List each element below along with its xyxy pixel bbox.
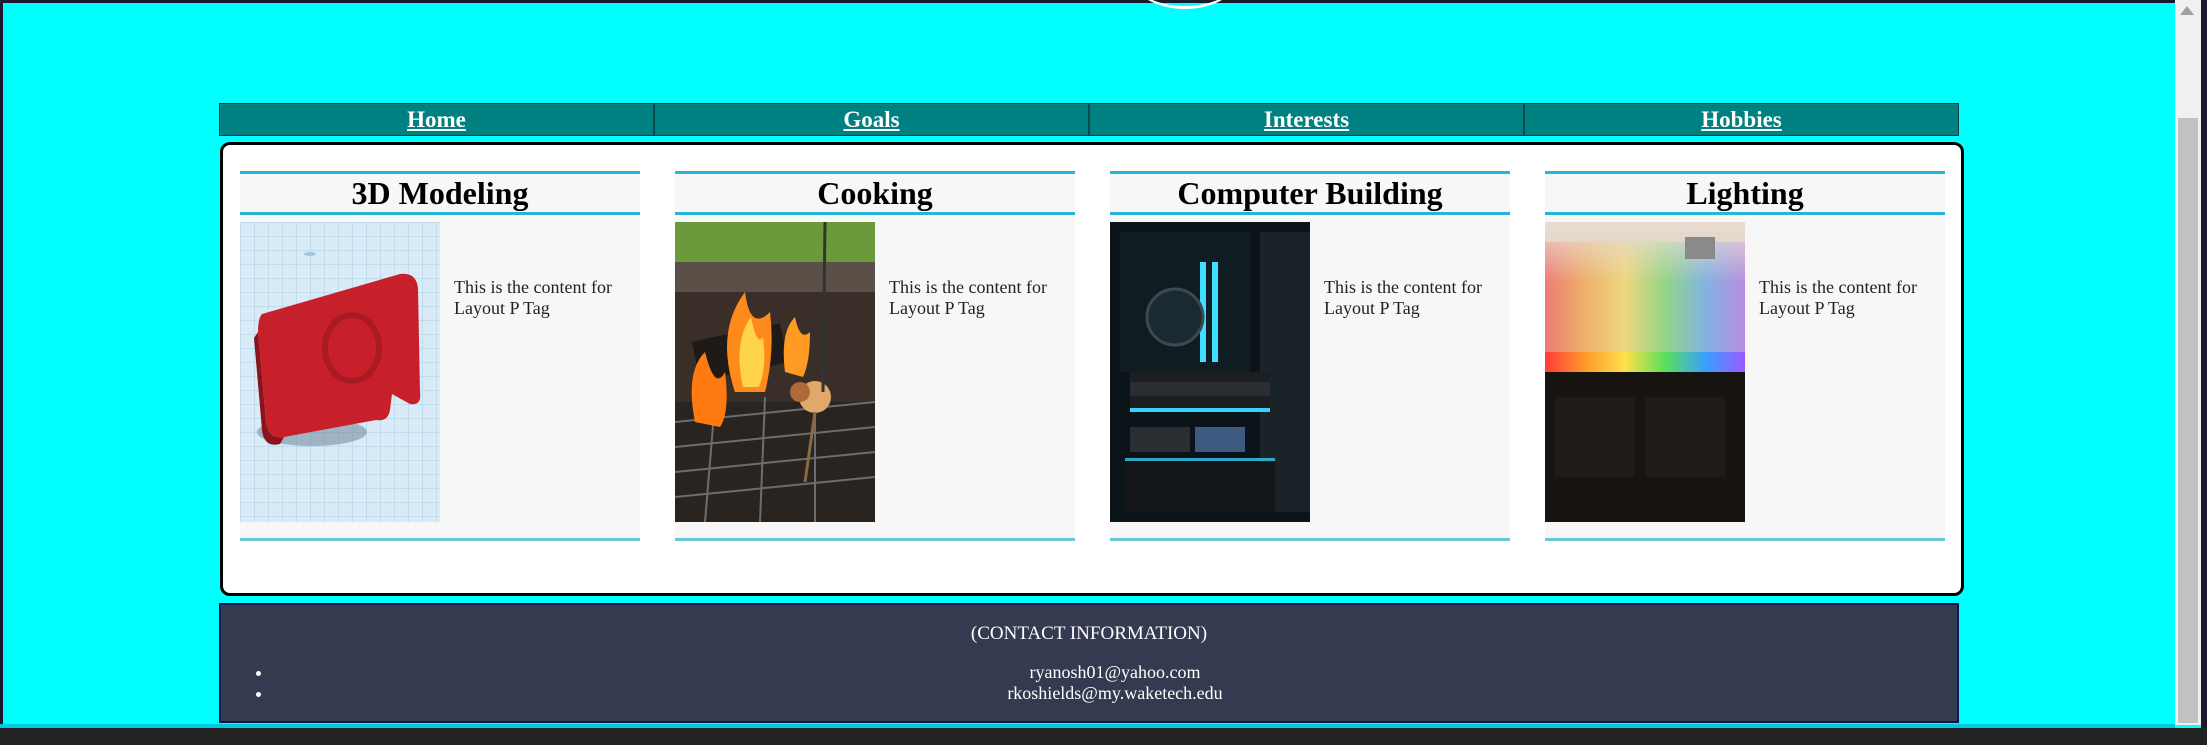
- hobby-card-lighting: Lighting This is the content for Layout …: [1545, 171, 1945, 541]
- card-bottom-rule: [1545, 538, 1945, 541]
- main-nav: Home Goals Interests Hobbies: [219, 103, 1959, 136]
- window-left-edge: [0, 0, 3, 745]
- card-content: This is the content for Layout P Tag: [1324, 277, 1482, 318]
- card-title: Computer Building: [1177, 174, 1443, 211]
- card-content: This is the content for Layout P Tag: [454, 277, 612, 318]
- card-title: Cooking: [817, 174, 933, 211]
- card-title-rule: [1110, 212, 1510, 215]
- contact-list: ryanosh01@yahoo.com rkoshields@my.wakete…: [221, 662, 1957, 704]
- pc-build-photo: [1110, 222, 1310, 522]
- scrollbar-thumb[interactable]: [2178, 118, 2198, 723]
- card-content: This is the content for Layout P Tag: [1759, 277, 1917, 318]
- rainbow-lighting-photo: [1545, 222, 1745, 522]
- scroll-up-arrow-icon[interactable]: [2180, 6, 2194, 15]
- contact-email: rkoshields@my.waketech.edu: [273, 683, 1957, 704]
- card-title: Lighting: [1686, 174, 1804, 211]
- contact-footer: (CONTACT INFORMATION) ryanosh01@yahoo.co…: [219, 603, 1959, 723]
- card-content: This is the content for Layout P Tag: [889, 277, 1047, 318]
- contact-heading: (CONTACT INFORMATION): [970, 623, 1208, 644]
- card-title-rule: [675, 212, 1075, 215]
- card-title-rule: [240, 212, 640, 215]
- campfire-photo: [675, 222, 875, 522]
- hobby-card-cooking: Cooking This is the content for Layout P…: [675, 171, 1075, 541]
- window-top-edge: [0, 0, 2207, 3]
- window-bottom-edge: [0, 728, 2207, 745]
- nav-home-link[interactable]: Home: [220, 104, 655, 135]
- vertical-scrollbar[interactable]: [2175, 0, 2201, 725]
- contact-email: ryanosh01@yahoo.com: [273, 662, 1957, 683]
- nav-interests-link[interactable]: Interests: [1090, 104, 1525, 135]
- hobby-card-3d-modeling: 3D Modeling This is the content for Layo…: [240, 171, 640, 541]
- hobbies-panel: 3D Modeling This is the content for Layo…: [220, 142, 1964, 596]
- hobby-card-computer-building: Computer Building This is the content fo…: [1110, 171, 1510, 541]
- nav-goals-link[interactable]: Goals: [655, 104, 1090, 135]
- card-title-rule: [1545, 212, 1945, 215]
- 3d-model-photo: [240, 222, 440, 522]
- window-right-edge: [2201, 0, 2207, 745]
- card-title: 3D Modeling: [351, 174, 529, 211]
- nav-hobbies-link[interactable]: Hobbies: [1525, 104, 1958, 135]
- card-bottom-rule: [240, 538, 640, 541]
- card-bottom-rule: [1110, 538, 1510, 541]
- card-bottom-rule: [675, 538, 1075, 541]
